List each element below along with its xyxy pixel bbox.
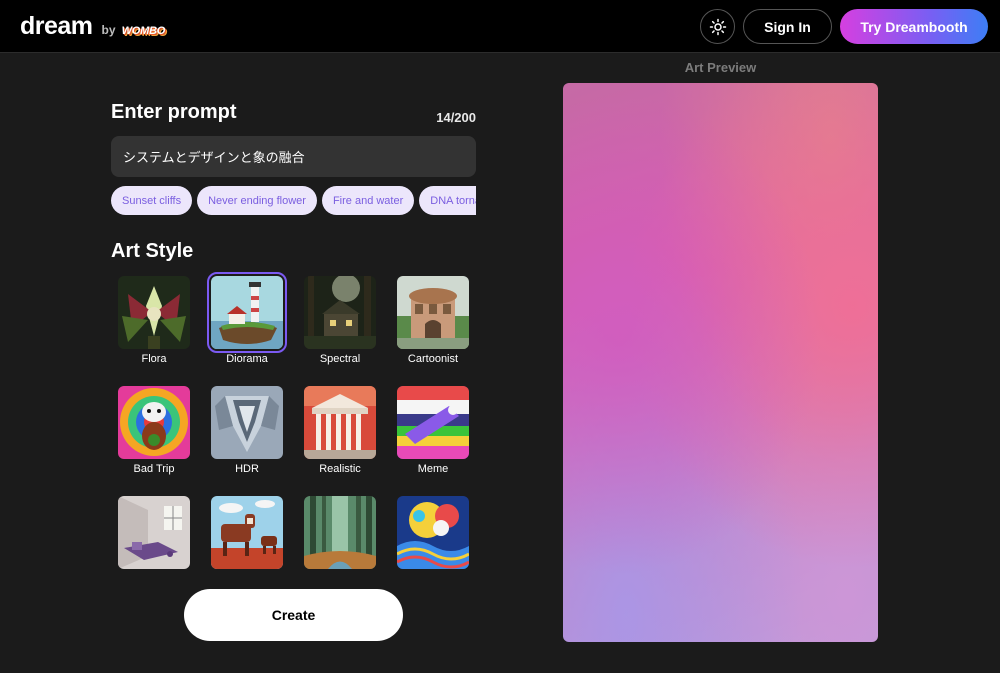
style-thumbnail — [397, 496, 469, 569]
suggestion-chip[interactable]: DNA tornado — [419, 186, 476, 215]
art-preview-label: Art Preview — [684, 60, 757, 75]
try-dreambooth-button[interactable]: Try Dreambooth — [840, 9, 988, 44]
style-thumbnail — [211, 386, 283, 459]
style-label: Realistic — [319, 463, 361, 475]
create-button[interactable]: Create — [184, 589, 403, 641]
sun-icon — [709, 18, 726, 35]
art-preview-canvas — [563, 83, 878, 642]
style-thumbnail — [304, 276, 376, 349]
suggestion-chip[interactable]: Sunset cliffs — [111, 186, 193, 215]
style-thumbnail — [207, 272, 287, 353]
top-bar: dream by WOMBO Sign In Try Dreambooth — [0, 0, 1000, 53]
style-thumbnail — [397, 276, 469, 349]
style-thumbnail — [211, 496, 283, 569]
style-thumbnail — [118, 496, 190, 569]
wombo-logo: WOMBO — [121, 25, 166, 37]
prompt-char-count: 14/200 — [436, 110, 476, 125]
logo-by: by — [101, 23, 116, 37]
style-label: Meme — [417, 463, 449, 475]
prompt-suggestions: Sunset cliffs Never ending flower Fire a… — [111, 186, 476, 215]
style-label: HDR — [235, 463, 259, 475]
art-style-heading: Art Style — [111, 240, 194, 262]
suggestion-chip[interactable]: Fire and water — [321, 186, 415, 215]
style-thumbnail — [397, 386, 469, 459]
prompt-heading: Enter prompt — [111, 101, 237, 123]
style-thumbnail — [304, 496, 376, 569]
sign-in-button[interactable]: Sign In — [743, 9, 832, 44]
style-label: Flora — [141, 353, 167, 365]
style-label: Cartoonist — [407, 353, 459, 365]
style-label: Diorama — [226, 353, 268, 365]
dream-logo[interactable]: dream by WOMBO — [20, 12, 165, 41]
style-thumbnail — [118, 276, 190, 349]
theme-toggle-button[interactable] — [700, 9, 735, 44]
prompt-input[interactable] — [111, 136, 476, 177]
suggestion-chip[interactable]: Never ending flower — [197, 186, 317, 215]
style-thumbnail — [304, 386, 376, 459]
style-thumbnail — [118, 386, 190, 459]
style-label: Spectral — [319, 353, 361, 365]
style-label: Bad Trip — [133, 463, 175, 475]
logo-wordmark: dream — [20, 12, 93, 40]
